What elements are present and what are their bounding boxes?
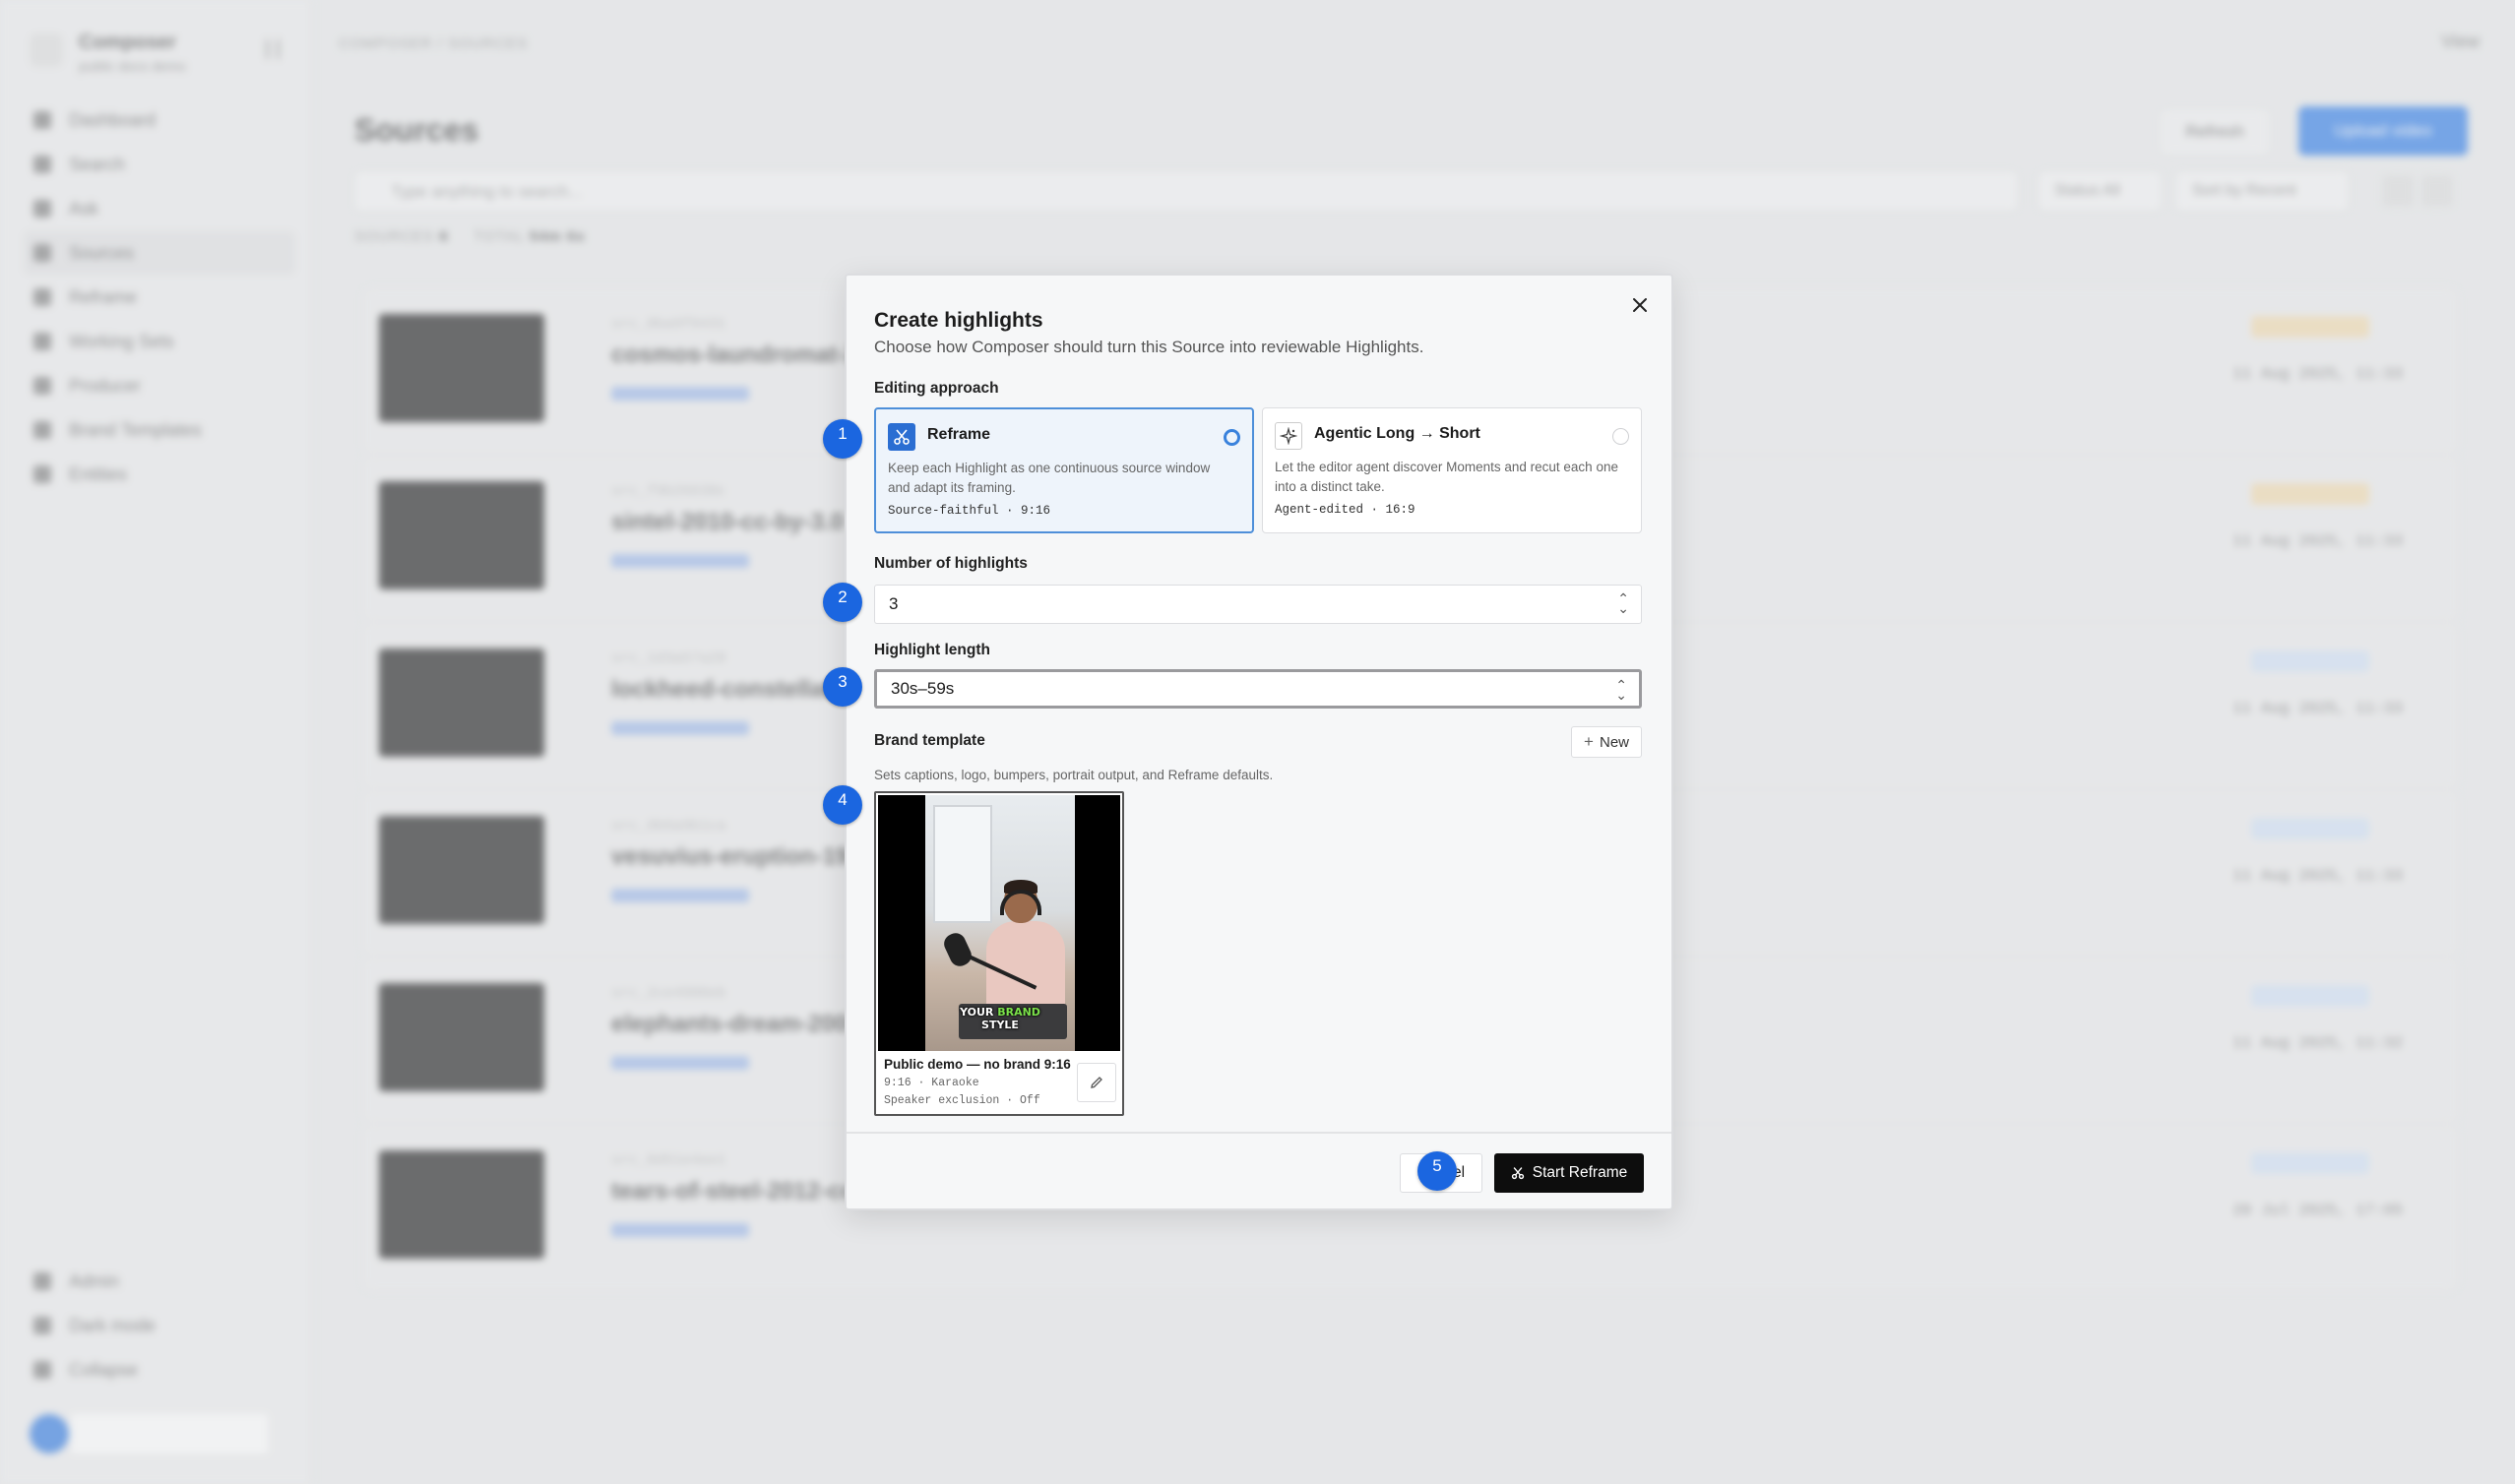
option-title: Agentic Long → Short — [1314, 425, 1480, 442]
caption-word: YOUR — [960, 1006, 998, 1019]
template-meta-speaker: Speaker exclusion · Off — [884, 1094, 1040, 1107]
highlight-length-select[interactable]: 30s–59s ⌃ ⌄ — [874, 669, 1642, 709]
highlight-length-label: Highlight length — [874, 642, 990, 658]
scissors-icon — [888, 423, 915, 451]
option-meta: Source-faithful · 9:16 — [888, 504, 1051, 518]
brand-template-card[interactable]: YOUR BRAND STYLE Public demo — no brand … — [874, 791, 1124, 1116]
sparkle-glyph — [1280, 427, 1297, 445]
editing-approach-label: Editing approach — [874, 380, 999, 397]
brand-template-description: Sets captions, logo, bumpers, portrait o… — [874, 768, 1274, 782]
num-highlights-select[interactable]: 3 ⌃ ⌄ — [874, 585, 1642, 624]
start-button-label: Start Reframe — [1532, 1164, 1628, 1181]
step-marker-3: 3 — [823, 667, 862, 707]
step-marker-1: 1 — [823, 419, 862, 459]
step-marker-4: 4 — [823, 785, 862, 825]
step-marker-2: 2 — [823, 583, 862, 622]
sparkle-icon — [1275, 422, 1302, 450]
close-glyph — [1633, 298, 1647, 312]
option-description: Keep each Highlight as one continuous so… — [888, 461, 1211, 495]
edit-template-button[interactable] — [1077, 1063, 1116, 1102]
start-reframe-button[interactable]: Start Reframe — [1494, 1153, 1644, 1193]
microphone-icon — [940, 929, 975, 970]
caption-word: STYLE — [981, 1019, 1019, 1031]
template-meta-format: 9:16 · Karaoke — [884, 1077, 979, 1089]
option-radio[interactable] — [1612, 428, 1629, 445]
scissors-glyph — [894, 429, 910, 445]
option-reframe[interactable]: Reframe Keep each Highlight as one conti… — [874, 407, 1254, 533]
chevron-updown-icon: ⌃ ⌄ — [1617, 590, 1629, 616]
caption-highlight-word: BRAND — [997, 1006, 1040, 1019]
pencil-icon — [1091, 1077, 1102, 1088]
brand-template-label: Brand template — [874, 732, 985, 749]
footer-divider — [847, 1132, 1671, 1134]
new-button-label: New — [1599, 733, 1629, 751]
step-marker-5: 5 — [1417, 1151, 1457, 1191]
dialog-title: Create highlights — [874, 309, 1043, 332]
num-highlights-value: 3 — [889, 594, 899, 613]
num-highlights-label: Number of highlights — [874, 555, 1028, 572]
highlight-length-value: 30s–59s — [891, 679, 955, 698]
preview-photo: YOUR BRAND STYLE — [925, 795, 1075, 1051]
option-agentic-long-short[interactable]: Agentic Long → Short Let the editor agen… — [1262, 407, 1642, 533]
option-title: Reframe — [927, 426, 991, 443]
template-preview-image: YOUR BRAND STYLE — [878, 795, 1120, 1051]
new-template-button[interactable]: + New — [1571, 726, 1642, 758]
close-icon[interactable] — [1626, 291, 1654, 319]
scissors-icon — [1511, 1167, 1524, 1180]
create-highlights-dialog: Create highlights Choose how Composer sh… — [845, 274, 1673, 1210]
template-name: Public demo — no brand 9:16 — [884, 1057, 1071, 1072]
chevron-updown-icon: ⌃ ⌄ — [1615, 677, 1627, 703]
preview-caption: YOUR BRAND STYLE — [925, 1006, 1075, 1031]
plus-icon: + — [1584, 732, 1594, 751]
option-radio[interactable] — [1224, 429, 1240, 446]
preview-window — [933, 805, 992, 923]
dialog-subtitle: Choose how Composer should turn this Sou… — [874, 338, 1424, 356]
option-meta: Agent-edited · 16:9 — [1275, 503, 1415, 517]
option-description: Let the editor agent discover Moments an… — [1275, 460, 1618, 494]
